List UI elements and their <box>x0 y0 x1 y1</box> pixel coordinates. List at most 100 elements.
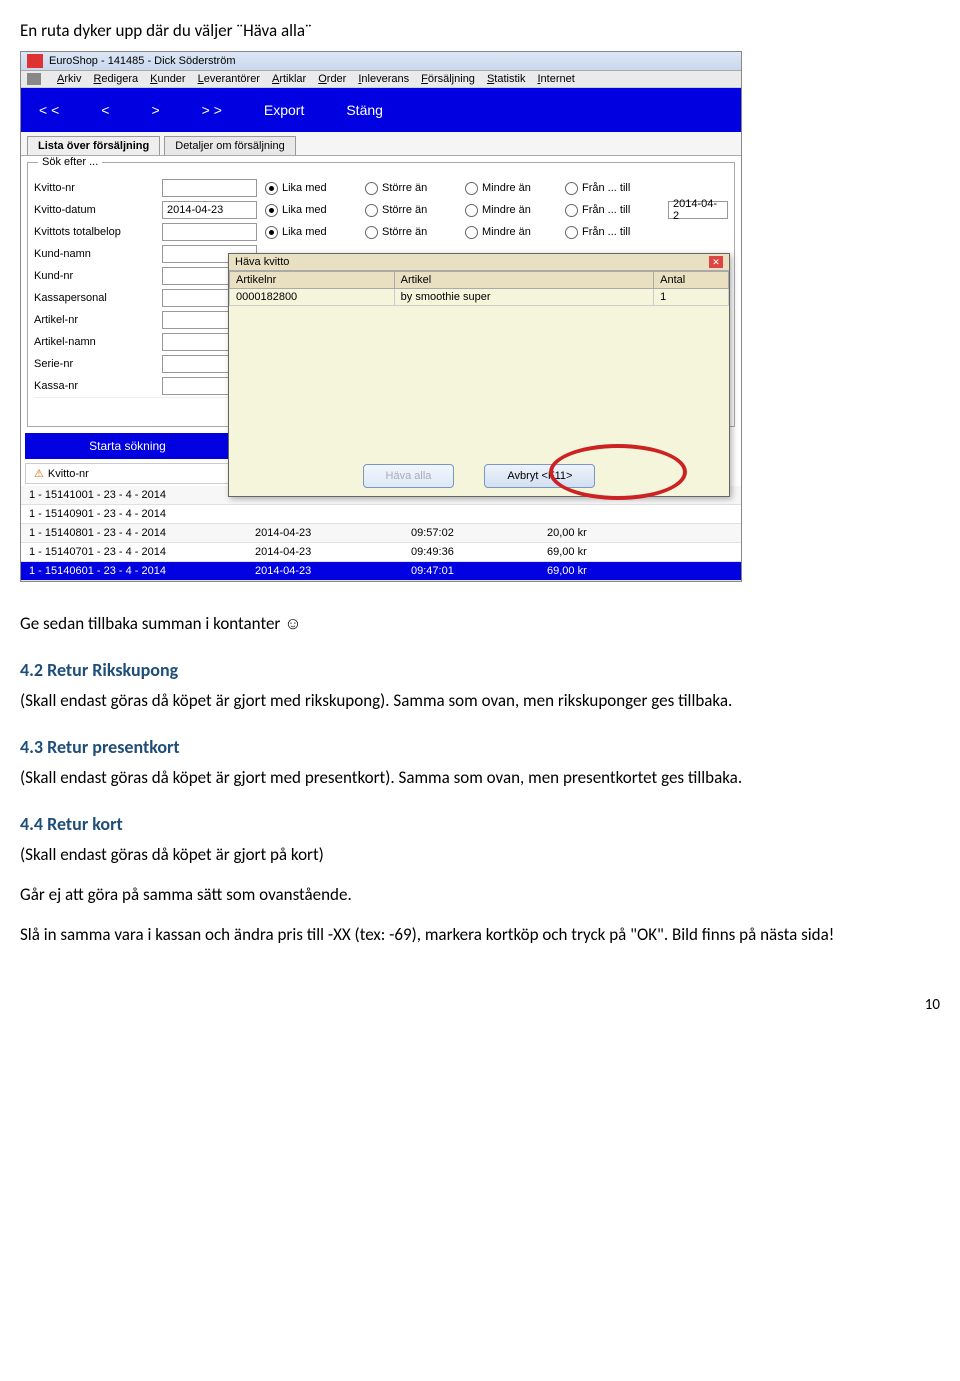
radio-option[interactable]: Från ... till <box>565 182 645 195</box>
search-input[interactable] <box>162 179 257 197</box>
results-column-header[interactable]: ⚠ Kvitto-nr <box>25 463 233 484</box>
search-input-to[interactable]: 2014-04-2 <box>668 201 728 219</box>
search-group: Sök efter ... Kvitto-nrLika medStörre än… <box>27 162 735 427</box>
table-row[interactable]: 1 - 15140701 - 23 - 4 - 20142014-04-2309… <box>21 543 741 562</box>
nav-last-button[interactable]: > > <box>196 102 228 118</box>
paragraph-4-3: (Skall endast göras då köpet är gjort me… <box>20 766 940 790</box>
radio-option[interactable]: Från ... till <box>565 226 645 239</box>
menu-leverantorer[interactable]: Leverantörer <box>198 73 260 85</box>
table-cell: 09:57:02 <box>403 524 539 543</box>
table-row[interactable]: 1 - 15140801 - 23 - 4 - 20142014-04-2309… <box>21 524 741 543</box>
menu-statistik[interactable]: Statistik <box>487 73 526 85</box>
paragraph-4-4a: (Skall endast göras då köpet är gjort på… <box>20 843 940 867</box>
table-cell: 1 - 15140701 - 23 - 4 - 2014 <box>21 543 247 562</box>
menu-order[interactable]: Order <box>318 73 346 85</box>
radio-label: Mindre än <box>482 226 531 238</box>
col-antal: Antal <box>654 272 729 289</box>
intro-text: En ruta dyker upp där du väljer ¨Häva al… <box>20 20 940 41</box>
radio-option[interactable]: Större än <box>365 182 445 195</box>
export-button[interactable]: Export <box>258 102 310 118</box>
paragraph-4-4c: Slå in samma vara i kassan och ändra pri… <box>20 923 940 947</box>
col-artikel: Artikel <box>394 272 654 289</box>
tab-bar: Lista över försäljning Detaljer om försä… <box>21 132 741 156</box>
radio-option[interactable]: Lika med <box>265 204 345 217</box>
menu-bar: Arkiv Redigera Kunder Leverantörer Artik… <box>21 71 741 88</box>
search-label: Artikel-namn <box>34 336 154 348</box>
table-row[interactable]: 1 - 15140601 - 23 - 4 - 20142014-04-2309… <box>21 562 741 581</box>
menu-arkiv[interactable]: Arkiv <box>57 73 81 85</box>
dialog-title: Häva kvitto <box>235 256 289 268</box>
nav-prev-button[interactable]: < <box>95 102 115 118</box>
nav-first-button[interactable]: < < <box>33 102 65 118</box>
heading-4-2: 4.2 Retur Rikskupong <box>20 658 940 683</box>
document-body: Ge sedan tillbaka summan i kontanter ☺ 4… <box>20 612 940 946</box>
table-row[interactable]: 1 - 15140901 - 23 - 4 - 2014 <box>21 505 741 524</box>
tab-details[interactable]: Detaljer om försäljning <box>164 136 295 155</box>
table-cell: 69,00 kr <box>539 543 741 562</box>
paragraph-4-2: (Skall endast göras då köpet är gjort me… <box>20 689 940 713</box>
menu-icon <box>27 73 41 85</box>
nav-next-button[interactable]: > <box>145 102 165 118</box>
close-icon[interactable]: ✕ <box>709 256 723 268</box>
start-search-button[interactable]: Starta sökning <box>25 433 230 459</box>
toolbar: < < < > > > Export Stäng <box>21 88 741 132</box>
radio-option[interactable]: Lika med <box>265 226 345 239</box>
radio-label: Större än <box>382 226 427 238</box>
radio-label: Mindre än <box>482 182 531 194</box>
radio-option[interactable]: Mindre än <box>465 204 545 217</box>
menu-artiklar[interactable]: Artiklar <box>272 73 306 85</box>
search-label: Serie-nr <box>34 358 154 370</box>
radio-icon <box>465 204 478 217</box>
radio-icon <box>465 182 478 195</box>
radio-icon <box>265 182 278 195</box>
menu-internet[interactable]: Internet <box>537 73 574 85</box>
menu-redigera[interactable]: Redigera <box>93 73 138 85</box>
menu-inleverans[interactable]: Inleverans <box>358 73 409 85</box>
table-cell <box>403 505 539 524</box>
close-button[interactable]: Stäng <box>340 102 389 118</box>
table-row[interactable]: 0000182800 by smoothie super 1 <box>230 289 729 306</box>
search-label: Kassa-nr <box>34 380 154 392</box>
heading-4-3: 4.3 Retur presentkort <box>20 735 940 760</box>
table-cell: 2014-04-23 <box>247 562 403 581</box>
radio-icon <box>265 226 278 239</box>
radio-option[interactable]: Mindre än <box>465 226 545 239</box>
search-input[interactable] <box>162 223 257 241</box>
radio-option[interactable]: Mindre än <box>465 182 545 195</box>
radio-label: Större än <box>382 204 427 216</box>
search-row: Kvitto-nrLika medStörre änMindre änFrån … <box>34 177 728 199</box>
table-cell: 1 - 15141001 - 23 - 4 - 2014 <box>21 486 247 505</box>
menu-kunder[interactable]: Kunder <box>150 73 185 85</box>
search-label: Kassapersonal <box>34 292 154 304</box>
table-cell <box>247 505 403 524</box>
search-group-label: Sök efter ... <box>38 156 102 168</box>
search-label: Kvittots totalbelop <box>34 226 154 238</box>
radio-option[interactable]: Från ... till <box>565 204 645 217</box>
radio-group: Lika med Större än Mindre än Från ... till <box>265 182 728 195</box>
radio-option[interactable]: Större än <box>365 204 445 217</box>
search-row: Kvittots totalbelop Lika med Större än Mind… <box>34 221 728 243</box>
hava-alla-button[interactable]: Häva alla <box>363 464 455 488</box>
radio-option[interactable]: Lika med <box>265 182 345 195</box>
app-logo-icon <box>27 54 43 68</box>
radio-label: Större än <box>382 182 427 194</box>
table-cell: 1 - 15140601 - 23 - 4 - 2014 <box>21 562 247 581</box>
radio-label: Mindre än <box>482 204 531 216</box>
radio-label: Från ... till <box>582 182 630 194</box>
hava-kvitto-dialog: Häva kvitto ✕ Artikelnr Artikel Antal 00… <box>228 253 730 497</box>
table-cell: 09:47:01 <box>403 562 539 581</box>
radio-option[interactable]: Större än <box>365 226 445 239</box>
radio-label: Lika med <box>282 182 327 194</box>
search-input[interactable]: 2014-04-23 <box>162 201 257 219</box>
table-cell: 09:49:36 <box>403 543 539 562</box>
cell-artikelnr: 0000182800 <box>230 289 395 306</box>
avbryt-button[interactable]: Avbryt <F11> <box>484 464 595 488</box>
table-cell: 69,00 kr <box>539 562 741 581</box>
radio-label: Lika med <box>282 204 327 216</box>
radio-icon <box>565 204 578 217</box>
radio-label: Från ... till <box>582 204 630 216</box>
col-artikelnr: Artikelnr <box>230 272 395 289</box>
table-cell: 20,00 kr <box>539 524 741 543</box>
menu-forsaljning[interactable]: Försäljning <box>421 73 475 85</box>
tab-list[interactable]: Lista över försäljning <box>27 136 160 155</box>
